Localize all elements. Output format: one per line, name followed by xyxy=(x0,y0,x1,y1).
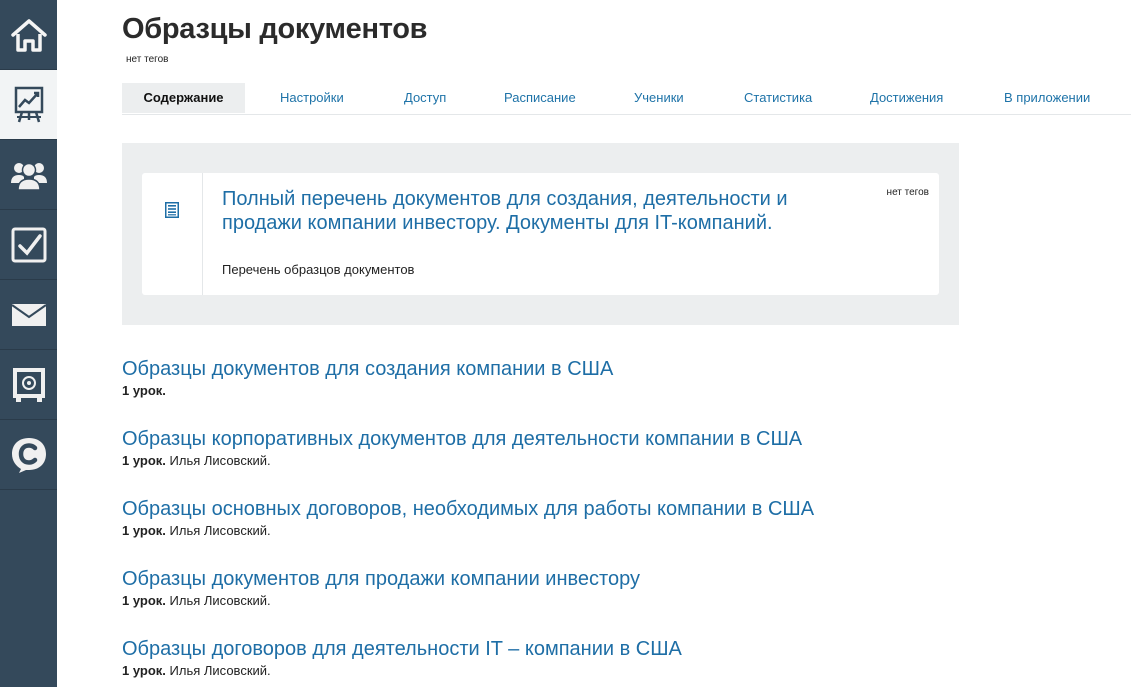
course-meta: 1 урок. Илья Лисовский. xyxy=(122,523,814,538)
featured-tags: нет тегов xyxy=(886,187,929,198)
list-item: Образцы договоров для деятельности IT – … xyxy=(122,637,682,678)
users-icon xyxy=(10,162,47,191)
course-meta: 1 урок. Илья Лисовский. xyxy=(122,593,640,608)
list-item: Образцы документов для продажи компании … xyxy=(122,567,640,608)
tab-content[interactable]: Содержание xyxy=(122,83,245,113)
course-meta: 1 урок. xyxy=(122,383,613,398)
sidebar-item-training[interactable] xyxy=(0,70,57,140)
tab-schedule[interactable]: Расписание xyxy=(504,83,576,113)
course-title[interactable]: Образцы документов для создания компании… xyxy=(122,357,613,381)
mail-icon xyxy=(10,303,47,326)
lesson-count: 1 урок. xyxy=(122,453,166,468)
sidebar-item-home[interactable] xyxy=(0,0,57,70)
list-document-icon xyxy=(165,202,179,218)
course-author: Илья Лисовский. xyxy=(169,593,271,608)
sidebar-item-users[interactable] xyxy=(0,140,57,210)
logo-c-icon xyxy=(11,437,46,473)
tab-statistics[interactable]: Статистика xyxy=(744,83,812,113)
sidebar-item-messages[interactable] xyxy=(0,280,57,350)
page-tags: нет тегов xyxy=(126,54,169,65)
tab-settings[interactable]: Настройки xyxy=(280,83,344,113)
sidebar-item-logo[interactable] xyxy=(0,420,57,490)
chart-easel-icon xyxy=(14,86,43,122)
home-icon xyxy=(10,18,47,52)
course-title[interactable]: Образцы корпоративных документов для дея… xyxy=(122,427,802,451)
safe-icon xyxy=(12,367,45,402)
list-item: Образцы корпоративных документов для дея… xyxy=(122,427,802,468)
tab-access[interactable]: Доступ xyxy=(404,83,446,113)
course-title[interactable]: Образцы основных договоров, необходимых … xyxy=(122,497,814,521)
featured-title[interactable]: Полный перечень документов для создания,… xyxy=(222,187,842,235)
featured-card[interactable]: Полный перечень документов для создания,… xyxy=(142,173,939,295)
lesson-count: 1 урок. xyxy=(122,523,166,538)
checkbox-icon xyxy=(11,227,46,262)
tab-bar: Содержание Настройки Доступ Расписание У… xyxy=(122,83,1131,115)
tab-achievements[interactable]: Достижения xyxy=(870,83,943,113)
sidebar-item-tasks[interactable] xyxy=(0,210,57,280)
tab-in-app[interactable]: В приложении xyxy=(1004,83,1090,113)
page-title: Образцы документов xyxy=(122,13,428,45)
list-item: Образцы основных договоров, необходимых … xyxy=(122,497,814,538)
sidebar-item-safe[interactable] xyxy=(0,350,57,420)
course-author: Илья Лисовский. xyxy=(169,523,271,538)
list-item: Образцы документов для создания компании… xyxy=(122,357,613,398)
course-meta: 1 урок. Илья Лисовский. xyxy=(122,663,682,678)
lesson-count: 1 урок. xyxy=(122,593,166,608)
course-meta: 1 урок. Илья Лисовский. xyxy=(122,453,802,468)
course-author: Илья Лисовский. xyxy=(169,453,271,468)
featured-panel: Полный перечень документов для создания,… xyxy=(122,143,959,325)
sidebar xyxy=(0,0,57,687)
course-title[interactable]: Образцы договоров для деятельности IT – … xyxy=(122,637,682,661)
lesson-count: 1 урок. xyxy=(122,383,166,398)
course-author: Илья Лисовский. xyxy=(169,663,271,678)
lesson-count: 1 урок. xyxy=(122,663,166,678)
featured-icon-column xyxy=(142,173,203,295)
featured-subtitle: Перечень образцов документов xyxy=(222,262,415,277)
course-title[interactable]: Образцы документов для продажи компании … xyxy=(122,567,640,591)
tab-students[interactable]: Ученики xyxy=(634,83,684,113)
